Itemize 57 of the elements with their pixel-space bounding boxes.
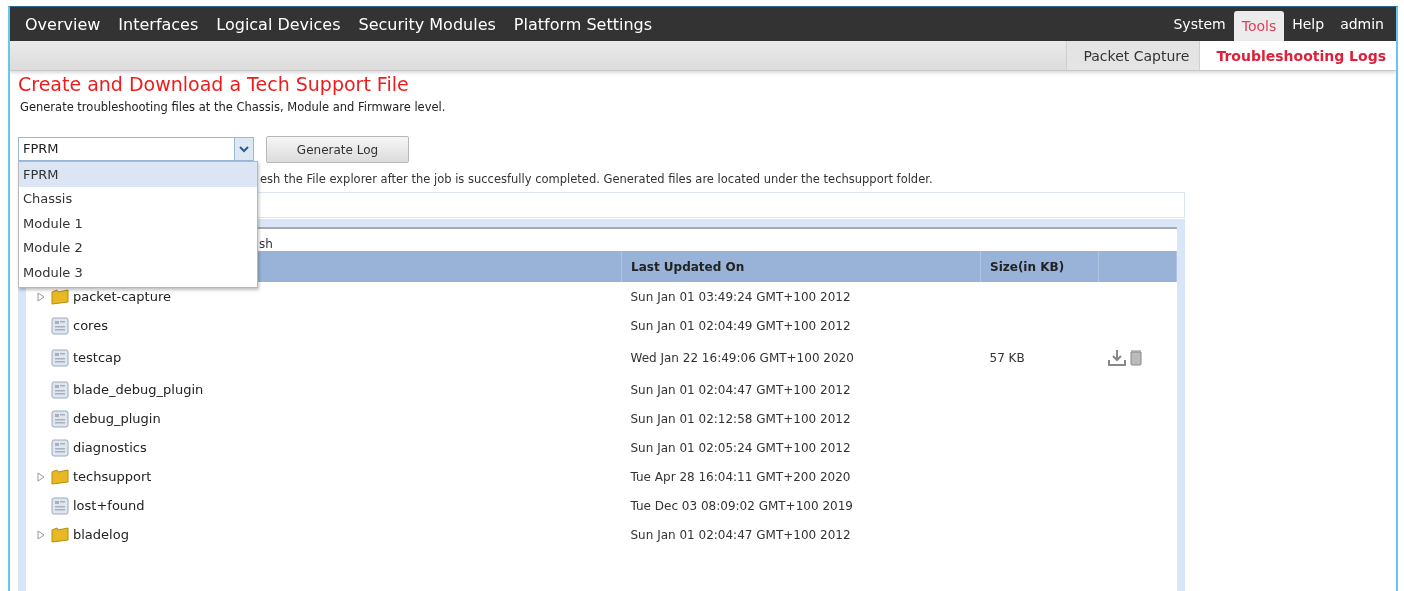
file-name[interactable]: cores <box>73 318 108 333</box>
nav-item[interactable]: System <box>1165 7 1234 41</box>
dropdown-option[interactable]: Module 2 <box>19 235 257 260</box>
folder-icon <box>51 526 69 543</box>
file-name[interactable]: bladelog <box>73 527 129 542</box>
toolbar-text: sh <box>259 237 273 250</box>
table-cell: 57 KB <box>989 350 1025 365</box>
file-name[interactable]: blade_debug_plugin <box>73 382 204 397</box>
file-name[interactable]: lost+found <box>73 498 145 513</box>
generate-log-button[interactable]: Generate Log <box>266 136 409 163</box>
note-text: esh the File explorer after the job is succesfully completed. Generated files are located under the techsupport folder. <box>260 172 934 186</box>
nav-item[interactable]: Platform Settings <box>504 7 661 41</box>
file-icon <box>51 438 69 457</box>
dropdown-option[interactable]: FPRM <box>19 162 257 187</box>
table-cell: Wed Jan 22 16:49:06 GMT+100 2020 <box>630 350 854 365</box>
expand-arrow-icon[interactable] <box>37 291 45 302</box>
sub-tab[interactable]: Packet Capture <box>1066 41 1200 70</box>
file-icon <box>51 409 69 428</box>
file-name[interactable]: debug_plugin <box>73 411 161 426</box>
nav-item[interactable]: Logical Devices <box>207 7 350 41</box>
table-cell: Sun Jan 01 02:12:58 GMT+100 2012 <box>630 411 851 426</box>
file-icon <box>51 316 69 335</box>
nav-item[interactable]: Help <box>1284 7 1333 41</box>
component-dropdown[interactable]: FPRM <box>18 137 254 161</box>
table-cell: Sun Jan 01 02:04:47 GMT+100 2012 <box>630 382 851 397</box>
file-icon <box>51 348 69 367</box>
nav-item[interactable]: Security Modules <box>349 7 505 41</box>
folder-icon <box>51 468 69 485</box>
table-cell: Tue Dec 03 08:09:02 GMT+100 2019 <box>630 498 853 513</box>
file-name[interactable]: techsupport <box>73 469 152 484</box>
file-name[interactable]: packet-capture <box>73 289 171 304</box>
dropdown-option[interactable]: Chassis <box>19 186 257 211</box>
table-cell: Tue Apr 28 16:04:11 GMT+200 2020 <box>630 469 851 484</box>
dropdown-option[interactable]: Module 3 <box>19 260 257 285</box>
column-header: Last Updated On <box>621 251 981 282</box>
caret-icon <box>234 138 253 160</box>
table-cell: Sun Jan 01 02:04:49 GMT+100 2012 <box>630 318 851 333</box>
nav-item[interactable]: Overview <box>16 7 110 41</box>
column-header: Size(in KB) <box>980 251 1099 282</box>
nav-item[interactable]: admin <box>1332 7 1392 41</box>
sub-tab[interactable]: Troubleshooting Logs <box>1199 41 1396 70</box>
table-cell: Sun Jan 01 03:49:24 GMT+100 2012 <box>630 289 851 304</box>
table-cell: Sun Jan 01 02:05:24 GMT+100 2012 <box>630 440 851 455</box>
page-title: Create and Download a Tech Support File <box>18 73 410 95</box>
dropdown-option[interactable]: Module 1 <box>19 211 257 236</box>
file-icon <box>51 380 69 399</box>
file-icon <box>51 496 69 515</box>
page-description: Generate troubleshooting files at the Chassis, Module and Firmware level. <box>20 100 447 114</box>
download-icon[interactable] <box>1107 348 1126 367</box>
nav-item[interactable]: Tools <box>1233 11 1285 41</box>
expand-arrow-icon[interactable] <box>37 529 45 540</box>
table-cell: Sun Jan 01 02:04:47 GMT+100 2012 <box>630 527 851 542</box>
file-name[interactable]: diagnostics <box>73 440 147 455</box>
expand-arrow-icon[interactable] <box>37 471 45 482</box>
file-name[interactable]: testcap <box>73 350 122 365</box>
nav-item[interactable]: Interfaces <box>109 7 208 41</box>
trash-icon[interactable] <box>1129 349 1142 366</box>
